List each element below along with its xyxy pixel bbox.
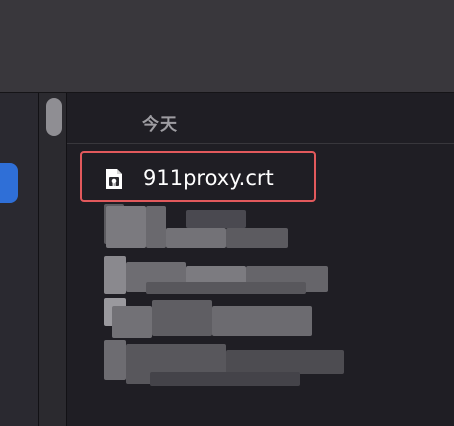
certificate-file-icon (106, 169, 122, 189)
finder-window: 今天 911proxy.crt (0, 0, 454, 426)
section-header-today: 今天 (142, 115, 178, 135)
file-name: 911proxy.crt (143, 166, 274, 190)
redaction-block (226, 350, 344, 374)
redaction-block (150, 372, 300, 386)
file-row-911proxy[interactable]: 911proxy.crt (80, 151, 316, 202)
redaction-block (152, 300, 212, 336)
redaction-block (226, 228, 288, 248)
scrollbar-thumb[interactable] (46, 98, 62, 136)
redaction-block (186, 210, 246, 228)
redaction-block (212, 306, 312, 336)
redaction-block (106, 206, 146, 248)
sidebar (0, 93, 40, 426)
redaction-block (146, 282, 306, 294)
blurred-file-icon (104, 340, 126, 380)
redaction-block (146, 206, 166, 248)
blurred-file-icon (104, 256, 126, 294)
toolbar (0, 0, 454, 93)
redaction-block (112, 306, 152, 338)
section-divider (67, 143, 454, 144)
scrollbar-track[interactable] (39, 93, 66, 426)
sidebar-selected-item[interactable] (0, 163, 18, 203)
redaction-block (166, 228, 226, 248)
